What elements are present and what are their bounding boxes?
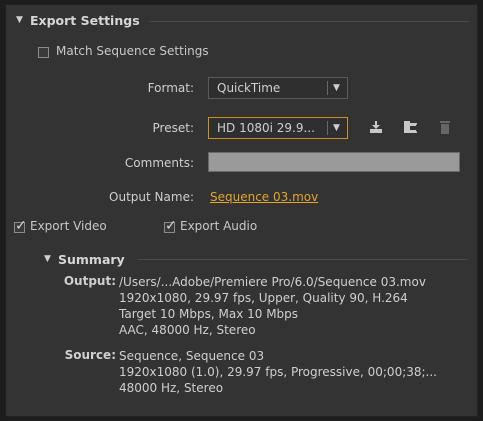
delete-preset-icon[interactable]: [438, 119, 454, 135]
comments-field[interactable]: [208, 152, 460, 172]
section-divider: [149, 21, 469, 22]
summary-output-line: /Users/...Adobe/Premiere Pro/6.0/Sequenc…: [119, 275, 426, 289]
format-dropdown[interactable]: QuickTime ▼: [208, 77, 348, 99]
preset-value: HD 1080i 29.9...: [217, 121, 315, 135]
export-audio-label[interactable]: Export Audio: [180, 219, 257, 233]
checkmark-icon: ✓: [15, 218, 27, 234]
preset-label: Preset:: [152, 121, 194, 135]
comments-label: Comments:: [124, 156, 194, 170]
dropdown-separator: [327, 121, 328, 135]
import-preset-icon[interactable]: [402, 119, 419, 135]
format-value: QuickTime: [217, 81, 281, 95]
summary-source-line: 48000 Hz, Stereo: [119, 381, 224, 395]
save-preset-icon[interactable]: [368, 119, 384, 135]
output-name-link[interactable]: Sequence 03.mov: [210, 190, 318, 204]
dropdown-separator: [327, 81, 328, 95]
export-settings-heading[interactable]: Export Settings: [30, 13, 140, 28]
export-settings-panel: ▼ Export Settings Match Sequence Setting…: [5, 4, 478, 417]
collapse-export-settings-icon[interactable]: ▼: [16, 15, 23, 25]
checkmark-icon: ✓: [165, 218, 177, 234]
summary-output-line: 1920x1080, 29.97 fps, Upper, Quality 90,…: [119, 291, 408, 305]
match-sequence-checkbox[interactable]: [38, 47, 49, 58]
preset-dropdown[interactable]: HD 1080i 29.9... ▼: [208, 117, 348, 139]
export-video-label[interactable]: Export Video: [30, 219, 107, 233]
summary-source-line: Sequence, Sequence 03: [119, 349, 265, 363]
summary-output-line: AAC, 48000 Hz, Stereo: [119, 323, 256, 337]
output-name-label: Output Name:: [109, 190, 194, 204]
summary-heading[interactable]: Summary: [58, 252, 125, 267]
match-sequence-label[interactable]: Match Sequence Settings: [56, 44, 209, 58]
summary-divider: [138, 259, 468, 260]
collapse-summary-icon[interactable]: ▼: [44, 254, 51, 264]
format-label: Format:: [147, 81, 194, 95]
summary-source-label: Source:: [64, 348, 116, 362]
summary-output-label: Output:: [63, 274, 116, 288]
summary-source-line: 1920x1080 (1.0), 29.97 fps, Progressive,…: [119, 365, 437, 379]
summary-output-line: Target 10 Mbps, Max 10 Mbps: [119, 307, 299, 321]
chevron-down-icon: ▼: [333, 123, 340, 133]
chevron-down-icon: ▼: [333, 83, 340, 93]
